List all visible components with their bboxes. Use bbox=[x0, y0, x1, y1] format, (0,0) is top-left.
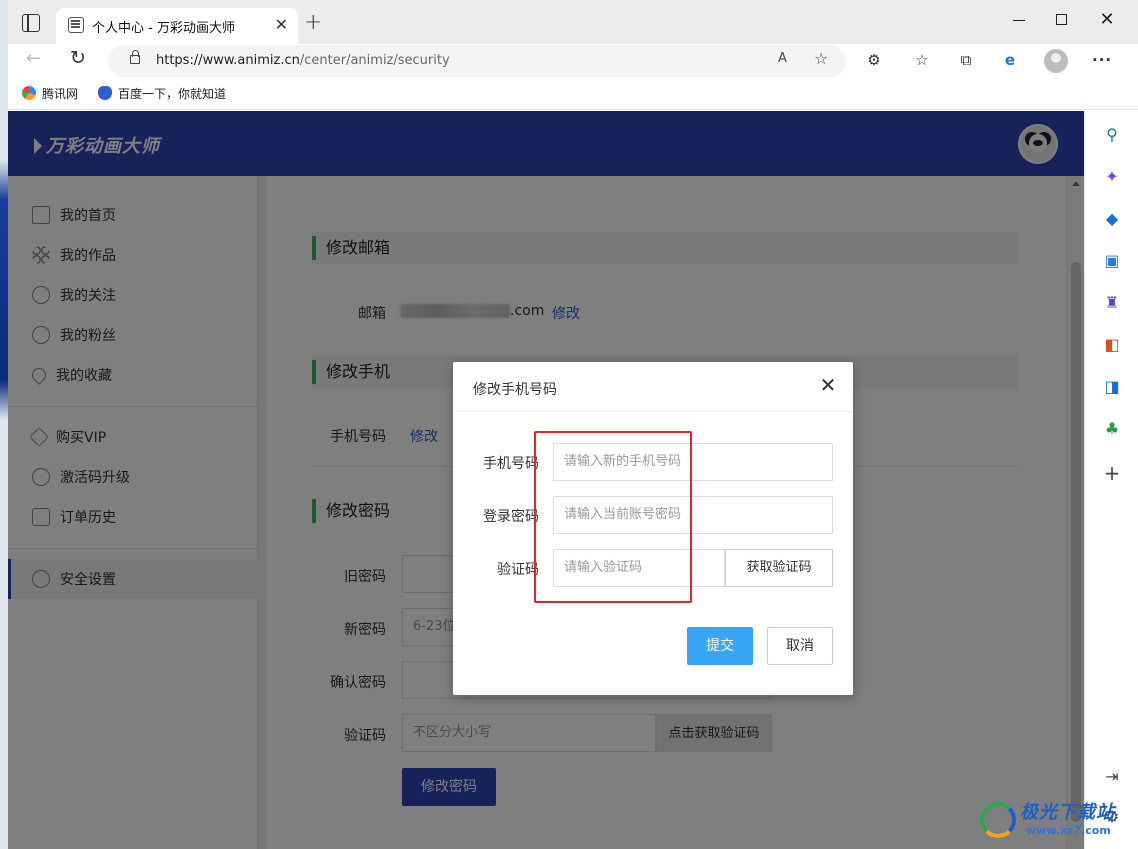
games-icon[interactable]: ♜ bbox=[1102, 293, 1122, 313]
page-favicon-icon bbox=[68, 17, 84, 33]
office-icon[interactable]: ◧ bbox=[1102, 335, 1122, 355]
bookmark-baidu[interactable]: 百度一下，你就知道 bbox=[98, 85, 226, 102]
shopping-tag-icon[interactable]: ◆ bbox=[1102, 209, 1122, 229]
url-host: https://www.animiz.cn bbox=[156, 53, 300, 68]
baidu-paw-icon bbox=[98, 86, 112, 100]
sidebar-hide-icon[interactable]: ⇥ bbox=[1102, 767, 1122, 787]
maximize-icon[interactable] bbox=[1048, 10, 1074, 30]
edge-icon[interactable]: e bbox=[1000, 50, 1020, 70]
watermark-text: 极光下载站 bbox=[1020, 802, 1115, 823]
minimize-icon[interactable] bbox=[1006, 10, 1032, 30]
tab-actions-icon[interactable] bbox=[22, 14, 40, 32]
highlight-box bbox=[534, 431, 692, 603]
reload-icon[interactable]: ↻ bbox=[70, 47, 86, 69]
profile-avatar[interactable] bbox=[1044, 49, 1068, 73]
lock-icon[interactable] bbox=[130, 50, 140, 64]
collections-icon[interactable]: ⧉ bbox=[956, 50, 976, 70]
add-icon[interactable]: + bbox=[1102, 463, 1122, 483]
new-phone-label: 手机号码 bbox=[483, 456, 539, 472]
tab-close-icon[interactable]: ✕ bbox=[275, 16, 288, 34]
window-close-icon[interactable]: ✕ bbox=[1094, 10, 1120, 30]
read-aloud-icon[interactable]: A bbox=[778, 51, 787, 66]
bookmark-label: 腾讯网 bbox=[42, 87, 79, 101]
copilot-sparkle-icon[interactable]: ✦ bbox=[1102, 167, 1122, 187]
new-tab-icon[interactable]: + bbox=[304, 12, 322, 34]
watermark-logo bbox=[980, 802, 1016, 838]
back-arrow-icon[interactable]: ← bbox=[26, 48, 41, 69]
watermark: 极光下载站 www.xz7.com bbox=[976, 796, 1126, 846]
bookmark-label: 百度一下，你就知道 bbox=[118, 87, 227, 101]
desktop-background bbox=[0, 0, 8, 849]
browser-window: 个人中心 - 万彩动画大师 ✕ + ✕ ← ↻ https://www.anim… bbox=[8, 0, 1138, 849]
tencent-icon bbox=[22, 86, 36, 100]
dialog-close-icon[interactable]: ✕ bbox=[817, 374, 839, 396]
edge-sidebar: ⚲ ✦ ◆ ▣ ♜ ◧ ◨ ♣ + ⇥ ⚙ bbox=[1084, 111, 1138, 849]
url-text[interactable]: https://www.animiz.cn/center/animiz/secu… bbox=[156, 53, 450, 68]
search-icon[interactable]: ⚲ bbox=[1102, 125, 1122, 145]
more-icon[interactable]: ··· bbox=[1092, 50, 1112, 70]
dialog-header: 修改手机号码 ✕ bbox=[453, 362, 853, 412]
get-verify-code-button[interactable]: 获取验证码 bbox=[725, 549, 833, 587]
tree-icon[interactable]: ♣ bbox=[1102, 419, 1122, 439]
tab-active[interactable]: 个人中心 - 万彩动画大师 ✕ bbox=[56, 8, 298, 44]
extensions-icon[interactable]: ⚙ bbox=[864, 50, 884, 70]
add-favorite-icon[interactable]: ☆ bbox=[814, 49, 828, 68]
tools-icon[interactable]: ▣ bbox=[1102, 251, 1122, 271]
submit-button[interactable]: 提交 bbox=[687, 627, 753, 665]
address-bar[interactable]: https://www.animiz.cn/center/animiz/secu… bbox=[108, 45, 846, 77]
verify-code-label: 验证码 bbox=[497, 562, 539, 578]
dialog-title: 修改手机号码 bbox=[473, 382, 557, 398]
tab-bar: 个人中心 - 万彩动画大师 ✕ + ✕ bbox=[8, 0, 1138, 44]
login-password-label: 登录密码 bbox=[483, 509, 539, 525]
tab-title: 个人中心 - 万彩动画大师 bbox=[92, 21, 235, 36]
browser-toolbar: ← ↻ https://www.animiz.cn/center/animiz/… bbox=[8, 44, 1138, 78]
watermark-url: www.xz7.com bbox=[1026, 824, 1111, 837]
cancel-button[interactable]: 取消 bbox=[767, 627, 833, 665]
favorites-icon[interactable]: ☆ bbox=[912, 50, 932, 70]
bookmarks-bar: 腾讯网 百度一下，你就知道 bbox=[8, 78, 1138, 110]
url-path: /center/animiz/security bbox=[299, 53, 450, 68]
outlook-icon[interactable]: ◨ bbox=[1102, 377, 1122, 397]
bookmark-tencent[interactable]: 腾讯网 bbox=[22, 85, 78, 102]
